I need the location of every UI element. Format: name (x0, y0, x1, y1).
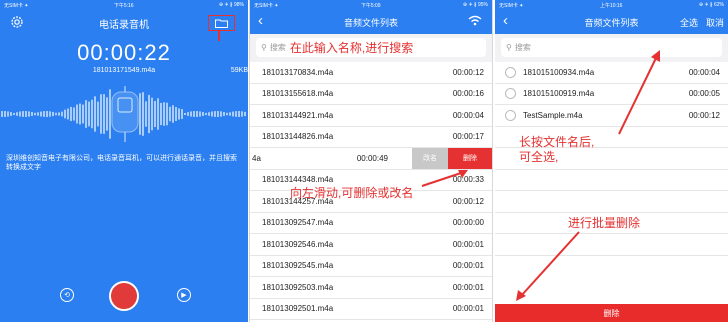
file-duration: 00:00:12 (452, 196, 484, 206)
file-name: 181013092545.m4a (262, 261, 334, 271)
list-item[interactable]: 181013092546.m4a 00:00:01 (250, 234, 492, 256)
status-carrier: 无SIM卡 ✦ (499, 2, 524, 9)
nav-bar: ‹ 音频文件列表 全选 取消 (495, 10, 728, 34)
cancel-button[interactable]: 取消 (706, 16, 724, 29)
search-bar: ⚲ 搜索 (495, 34, 728, 62)
search-icon: ⚲ (261, 43, 267, 52)
swipe-annotation: 向左滑动,可删除或改名 (290, 186, 414, 200)
list-item[interactable]: 181013144921.m4a 00:00:04 (250, 105, 492, 127)
control-bar: ⟲ ▶ (0, 274, 248, 311)
status-bar: 无SIM卡 ✦ 上午10:16 ⊕ ✈ ∦ 62% (495, 0, 728, 10)
nav-bar: 电话录音机 (0, 10, 248, 41)
record-timer: 00:00:22 (77, 40, 171, 65)
link-button[interactable]: ⟲ (60, 288, 74, 302)
file-duration: 00:00:01 (452, 239, 484, 249)
file-duration: 00:00:04 (688, 67, 720, 77)
batch-delete-annotation: 进行批量删除 (568, 216, 641, 230)
page-title: 音频文件列表 (343, 18, 398, 28)
search-annotation: 在此输入名称,进行搜索 (289, 41, 414, 55)
search-placeholder: 搜索 (269, 43, 286, 52)
header: 无SIM卡 ✦ 下午5:09 ⊕ ✈ ∦ 95% ‹ 音频文件列表 (250, 0, 492, 34)
file-duration: 00:00:49 (356, 153, 388, 163)
list-item[interactable]: 181013092503.m4a 00:00:01 (250, 277, 492, 299)
file-duration: 00:00:12 (452, 67, 484, 77)
search-icon: ⚲ (506, 43, 512, 52)
search-bar: ⚲ 搜索 在此输入名称,进行搜索 (250, 34, 492, 62)
play-icon: ▶ (181, 292, 187, 299)
file-name: 181013092501.m4a (262, 304, 334, 314)
list-item[interactable]: 181015100934.m4a 00:00:04 (495, 62, 728, 84)
record-button[interactable] (109, 281, 139, 311)
batch-delete-button[interactable]: 删除 (495, 304, 728, 322)
file-duration: 00:00:12 (688, 110, 720, 120)
status-bar: 无SIM卡 ✦ 下午5:09 ⊕ ✈ ∦ 95% (250, 0, 492, 10)
file-name: 181013092546.m4a (262, 239, 334, 249)
play-button[interactable]: ▶ (177, 288, 191, 302)
select-all-button[interactable]: 全选 (680, 16, 698, 29)
file-duration: 00:00:04 (452, 110, 484, 120)
list-item[interactable]: 181013092501.m4a 00:00:01 (250, 299, 492, 320)
file-list-button[interactable] (208, 15, 235, 31)
recorder-screen: 无SIM卡 ✦ 下午5:16 ⊕ ✈ ∦ 98% 电话录音机 00:00:22 … (0, 0, 248, 322)
file-duration: 00:00:17 (452, 132, 484, 142)
file-list-screen: 无SIM卡 ✦ 下午5:09 ⊕ ✈ ∦ 95% ‹ 音频文件列表 ⚲ 搜索 在… (249, 0, 493, 322)
select-radio[interactable] (505, 88, 516, 100)
annotation-arrow (421, 170, 468, 187)
status-carrier: 无SIM卡 ✦ (254, 2, 279, 9)
list-item[interactable]: TestSample.m4a 00:00:12 (495, 105, 728, 127)
folder-icon (215, 19, 228, 28)
empty-row (495, 191, 728, 213)
status-battery: ⊕ ✈ ∦ 95% (462, 2, 488, 8)
file-list: 181013170834.m4a 00:00:12 181013155618.m4a… (250, 62, 492, 148)
file-duration: 00:00:01 (452, 282, 484, 292)
annotation-arrow-down (516, 231, 580, 301)
list-item[interactable]: 181013170834.m4a 00:00:12 (250, 62, 492, 84)
file-duration: 00:00:01 (452, 304, 484, 314)
search-placeholder: 搜索 (514, 43, 531, 52)
list-item[interactable]: 181013092547.m4a 00:00:00 (250, 213, 492, 234)
file-duration: 00:00:16 (452, 89, 484, 99)
file-name: 181013155618.m4a (262, 89, 334, 99)
select-radio[interactable] (505, 109, 516, 121)
status-time: 下午5:16 (113, 2, 134, 9)
file-name: 4a (252, 153, 261, 163)
status-battery: ⊕ ✈ ∦ 98% (218, 2, 244, 8)
header: 无SIM卡 ✦ 上午10:16 ⊕ ✈ ∦ 62% ‹ 音频文件列表 全选 取消 (495, 0, 728, 34)
file-name: 181013170834.m4a (262, 67, 334, 77)
list-item[interactable]: 181013155618.m4a 00:00:16 (250, 84, 492, 105)
file-duration: 00:00:01 (452, 261, 484, 271)
file-name: 181013144826.m4a (262, 132, 334, 142)
status-time: 下午5:09 (360, 2, 381, 9)
list-item[interactable]: 181013144826.m4a 00:00:17 (250, 127, 492, 148)
file-name: 181013144921.m4a (262, 110, 334, 120)
file-duration: 00:00:00 (452, 218, 484, 228)
select-radio[interactable] (505, 66, 516, 78)
wifi-icon[interactable] (468, 15, 482, 26)
status-carrier: 无SIM卡 ✦ (4, 2, 29, 9)
empty-row (495, 170, 728, 191)
search-input[interactable]: ⚲ 搜索 在此输入名称,进行搜索 (256, 38, 486, 57)
nav-bar: ‹ 音频文件列表 (250, 10, 492, 34)
batch-delete-screen: 无SIM卡 ✦ 上午10:16 ⊕ ✈ ∦ 62% ‹ 音频文件列表 全选 取消… (495, 0, 728, 322)
search-input[interactable]: ⚲ 搜索 (501, 38, 722, 57)
recording-file-size: 59KB (230, 67, 248, 74)
longpress-annotation: 长按文件名后, 可全选, (519, 135, 595, 164)
status-bar: 无SIM卡 ✦ 下午5:16 ⊕ ✈ ∦ 98% (0, 0, 248, 10)
list-item[interactable]: 181013092545.m4a 00:00:01 (250, 256, 492, 277)
recording-file-name: 181013171549.m4a (92, 67, 156, 74)
file-name: 181013092503.m4a (262, 282, 334, 292)
link-icon: ⟲ (64, 292, 70, 299)
status-time: 上午10:16 (599, 2, 623, 9)
audio-waveform (1, 86, 246, 142)
earphone-illustration (111, 86, 139, 142)
file-duration: 00:00:05 (688, 89, 720, 99)
file-name: 181013092547.m4a (262, 218, 334, 228)
status-battery: ⊕ ✈ ∦ 62% (698, 2, 724, 8)
list-item[interactable]: 181015100919.m4a 00:00:05 (495, 84, 728, 105)
annotation-arrow-up (618, 50, 660, 135)
description-text: 深圳维创知音电子有限公司，电话录音耳机，可以进行通话录音，并且搜索转换成文字 (6, 155, 237, 171)
